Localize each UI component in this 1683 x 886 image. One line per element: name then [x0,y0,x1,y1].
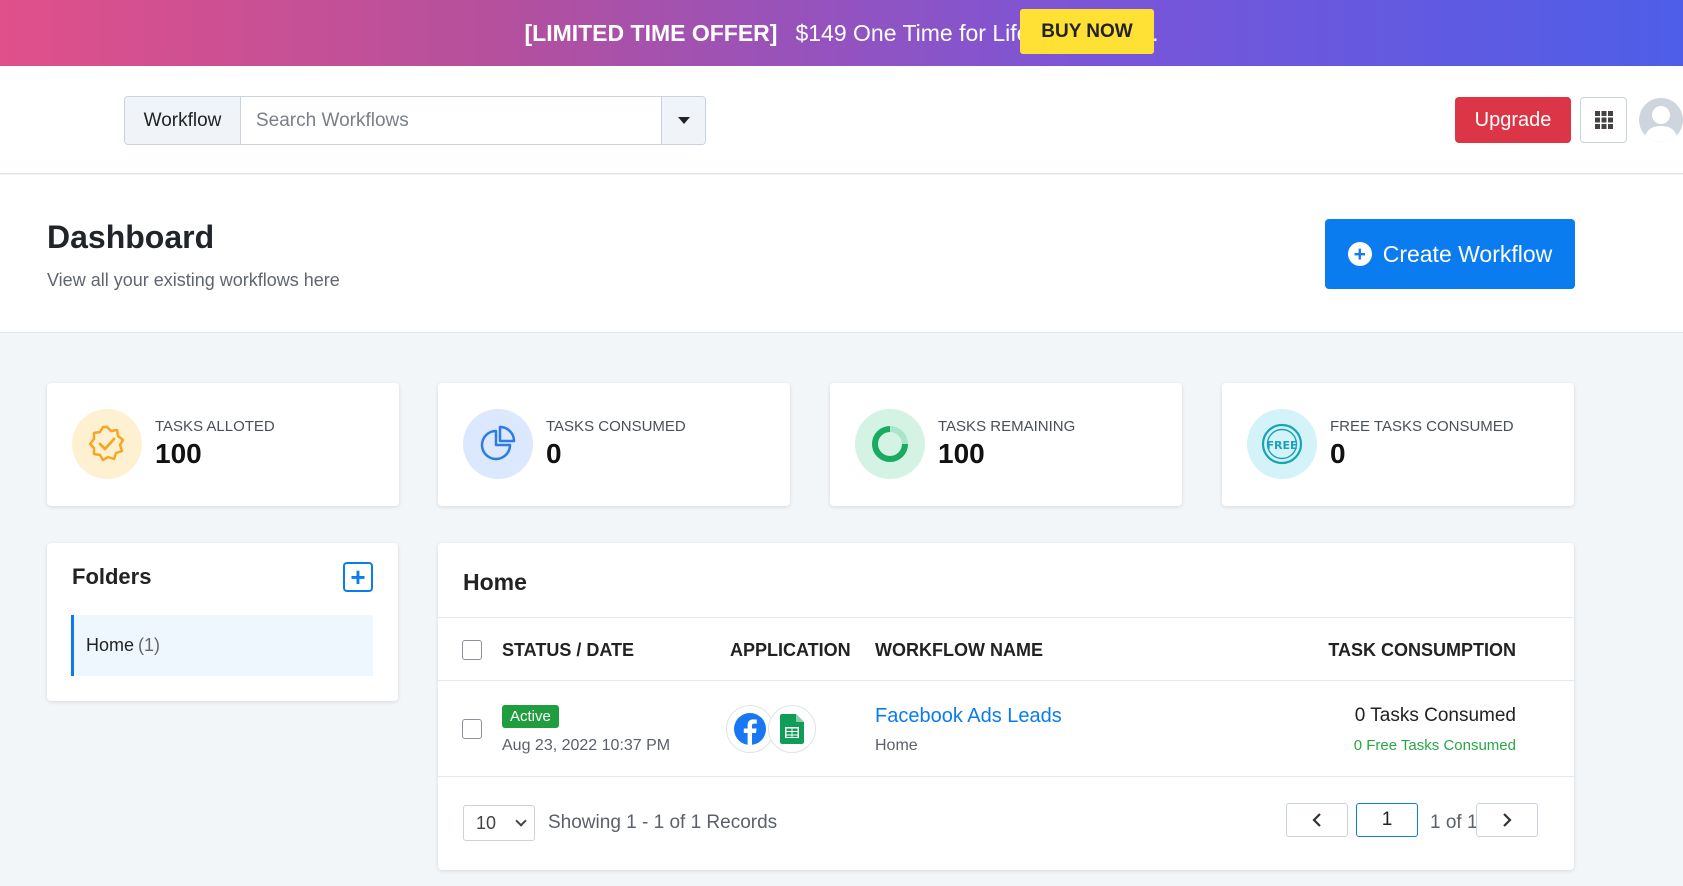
per-page-value: 10 [476,812,497,833]
stat-card-free-tasks-consumed: FREE FREE TASKS CONSUMED 0 [1222,383,1574,506]
workflow-folder: Home [875,737,918,754]
facebook-icon [726,705,774,753]
prev-page-button[interactable] [1286,803,1348,837]
progress-ring-icon [855,409,925,479]
per-page-select[interactable]: 10 [463,805,535,841]
user-icon [1644,106,1678,142]
workflow-search: Workflow [124,96,706,145]
stat-label: FREE TASKS CONSUMED [1330,418,1514,435]
page-title: Dashboard [47,219,215,255]
folder-item-home[interactable]: Home (1) [71,615,373,676]
column-application: APPLICATION [730,640,851,660]
google-sheets-icon [768,705,816,753]
workflows-panel: Home STATUS / DATE APPLICATION WORKFLOW … [438,543,1574,870]
folder-count: (1) [138,635,161,655]
folders-title: Folders [72,564,152,589]
stat-value: 100 [155,438,202,469]
stat-value: 0 [1330,438,1346,469]
page-header: Dashboard View all your existing workflo… [0,175,1683,333]
column-status: STATUS / DATE [502,640,634,660]
next-page-button[interactable] [1476,803,1538,837]
tasks-consumed: 0 Tasks Consumed [1354,705,1516,726]
column-workflow-name: WORKFLOW NAME [875,640,1043,660]
chevron-right-icon [1503,813,1512,827]
stat-value: 100 [938,438,985,469]
stat-label: TASKS REMAINING [938,418,1076,435]
user-avatar[interactable] [1639,98,1683,142]
svg-text:FREE: FREE [1266,439,1297,452]
select-all-checkbox[interactable] [462,640,482,660]
page-subtitle: View all your existing workflows here [47,270,340,290]
stat-label: TASKS CONSUMED [546,418,686,435]
plus-circle-icon: + [1347,242,1372,266]
stat-card-tasks-alloted: TASKS ALLOTED 100 [47,383,399,506]
caret-down-icon [677,117,690,124]
table-header: STATUS / DATE APPLICATION WORKFLOW NAME … [438,617,1574,681]
promo-banner: [LIMITED TIME OFFER] $149 One Time for L… [0,0,1683,66]
folder-label: Home [86,635,135,655]
column-task-consumption: TASK CONSUMPTION [1328,640,1516,660]
search-dropdown-button[interactable] [661,97,705,144]
pagination: 10 Showing 1 - 1 of 1 Records 1 1 of 1 [438,777,1574,870]
status-badge: Active [502,705,559,728]
pie-chart-icon [463,409,533,479]
search-input[interactable] [241,97,661,144]
folders-panel: Folders + Home (1) [47,543,398,701]
free-tasks-consumed: 0 Free Tasks Consumed [1353,737,1516,754]
records-summary: Showing 1 - 1 of 1 Records [548,812,778,833]
workflows-title: Home [463,569,527,595]
badge-check-icon [72,409,142,479]
promo-offer: [LIMITED TIME OFFER] [524,19,778,46]
workflow-date: Aug 23, 2022 10:37 PM [502,737,671,754]
row-checkbox[interactable] [462,719,482,739]
grid-icon [1594,111,1613,129]
table-row: Active Aug 23, 2022 10:37 PM Facebook Ad… [438,681,1574,777]
search-prefix-label: Workflow [125,97,241,144]
top-header: Workflow Upgrade [0,66,1683,174]
stat-label: TASKS ALLOTED [155,418,275,435]
page-count: 1 of 1 [1430,812,1478,833]
stat-value: 0 [546,438,562,469]
chevron-left-icon [1312,813,1321,827]
plus-icon: + [350,562,366,592]
apps-grid-button[interactable] [1580,97,1627,143]
chevron-down-icon [515,815,527,827]
workflow-name-link[interactable]: Facebook Ads Leads [875,705,1062,728]
free-stamp-icon: FREE [1247,409,1317,479]
upgrade-button[interactable]: Upgrade [1455,97,1571,143]
create-workflow-label: Create Workflow [1382,240,1553,267]
stat-card-tasks-remaining: TASKS REMAINING 100 [830,383,1182,506]
stat-card-tasks-consumed: TASKS CONSUMED 0 [438,383,790,506]
create-workflow-button[interactable]: + Create Workflow [1325,219,1575,289]
add-folder-button[interactable]: + [343,562,373,592]
page-number-input[interactable]: 1 [1356,803,1418,837]
buy-now-button[interactable]: BUY NOW [1020,9,1154,54]
